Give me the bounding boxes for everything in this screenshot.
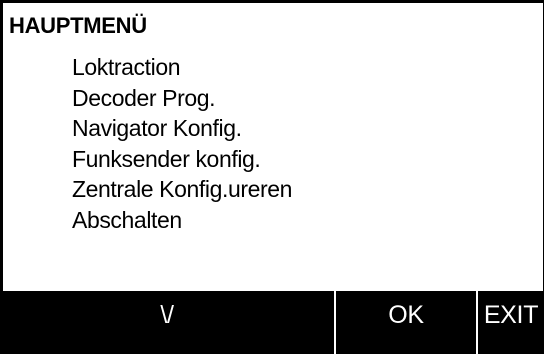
menu-item-decoder-prog[interactable]: Decoder Prog. bbox=[72, 83, 292, 114]
menu-item-loktraction[interactable]: Loktraction bbox=[72, 52, 292, 83]
page-title: HAUPTMENÜ bbox=[9, 13, 147, 38]
menu-item-funksender-konfig[interactable]: Funksender konfig. bbox=[72, 144, 292, 175]
ok-softkey[interactable]: OK bbox=[336, 291, 478, 354]
menu-item-zentrale-konfig[interactable]: Zentrale Konfig.ureren bbox=[72, 174, 292, 205]
down-softkey[interactable]: \/ bbox=[3, 291, 336, 354]
menu-item-navigator-konfig[interactable]: Navigator Konfig. bbox=[72, 113, 292, 144]
menu-item-abschalten[interactable]: Abschalten bbox=[72, 205, 292, 236]
display-screen: HAUPTMENÜ Loktraction Decoder Prog. Navi… bbox=[0, 0, 544, 354]
softkey-bar: \/ OK EXIT bbox=[3, 291, 543, 354]
main-menu: Loktraction Decoder Prog. Navigator Konf… bbox=[72, 52, 292, 235]
exit-softkey[interactable]: EXIT bbox=[478, 291, 543, 354]
